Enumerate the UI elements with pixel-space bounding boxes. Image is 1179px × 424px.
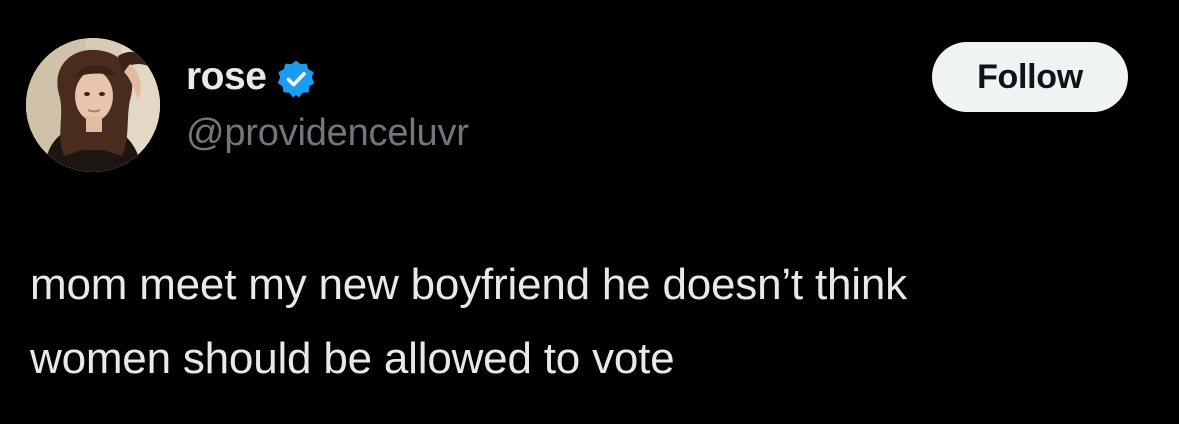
author-handle[interactable]: @providenceluvr xyxy=(186,108,469,158)
profile-photo xyxy=(26,38,160,172)
avatar[interactable] xyxy=(26,38,160,172)
follow-button[interactable]: Follow xyxy=(932,42,1128,112)
author-name-row: rose xyxy=(186,52,316,102)
display-name[interactable]: rose xyxy=(186,52,267,102)
tweet-text-line: mom meet my new boyfriend he doesn’t thi… xyxy=(30,260,907,309)
tweet-card: rose @providenceluvr Follow mom meet my … xyxy=(0,0,1179,424)
tweet-text-line: women should be allowed to vote xyxy=(30,334,675,383)
tweet-text: mom meet my new boyfriend he doesn’t thi… xyxy=(30,248,1150,396)
verified-badge-icon[interactable] xyxy=(276,59,316,99)
